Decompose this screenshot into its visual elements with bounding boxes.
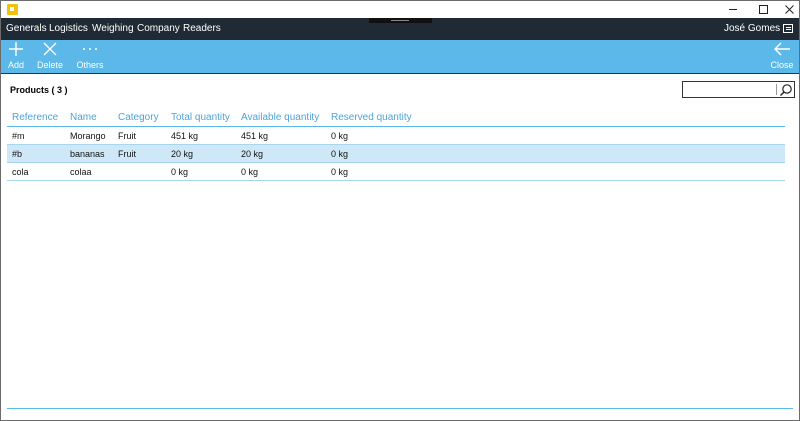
- search-divider: [776, 84, 777, 95]
- search-input[interactable]: [684, 83, 776, 96]
- table-row-selected[interactable]: #b bananas Fruit 20 kg 20 kg 0 kg: [7, 145, 785, 163]
- chat-icon[interactable]: [783, 24, 793, 33]
- table-header: Reference Name Category Total quantity A…: [7, 109, 785, 127]
- others-label: Others: [76, 60, 104, 70]
- back-arrow-icon: [765, 41, 799, 60]
- menu-generals[interactable]: Generals: [6, 23, 47, 34]
- cell-reserved-quantity: 0 kg: [331, 131, 349, 141]
- window-border-left: [0, 18, 1, 421]
- plus-icon: [2, 41, 30, 60]
- column-reserved-quantity[interactable]: Reserved quantity: [331, 112, 412, 123]
- cell-reference: cola: [12, 167, 29, 177]
- column-reference[interactable]: Reference: [12, 112, 58, 123]
- cell-name: bananas: [70, 149, 105, 159]
- app-logo-icon: [7, 4, 18, 15]
- window-titlebar: [0, 0, 800, 18]
- column-total-quantity[interactable]: Total quantity: [171, 112, 230, 123]
- close-page-button[interactable]: Close: [765, 40, 799, 74]
- cell-category: Fruit: [118, 131, 136, 141]
- search-icon[interactable]: [779, 83, 793, 97]
- cell-available-quantity: 451 kg: [241, 131, 269, 141]
- search-box: [682, 81, 795, 98]
- cell-category: Fruit: [118, 149, 136, 159]
- menu-company[interactable]: Company: [137, 23, 180, 34]
- close-label: Close: [770, 60, 794, 70]
- menu-readers[interactable]: Readers: [183, 23, 221, 34]
- ellipsis-icon: [73, 42, 107, 61]
- delete-label: Delete: [36, 60, 63, 70]
- cell-available-quantity: 0 kg: [241, 167, 259, 177]
- cell-reference: #b: [12, 149, 23, 159]
- cell-available-quantity: 20 kg: [241, 149, 264, 159]
- user-name[interactable]: José Gomes: [724, 23, 780, 34]
- column-category[interactable]: Category: [118, 112, 159, 123]
- column-available-quantity[interactable]: Available quantity: [241, 112, 319, 123]
- cell-name: colaa: [70, 167, 92, 177]
- menu-logistics[interactable]: Logistics: [49, 23, 88, 34]
- footer-divider: [7, 408, 793, 409]
- command-bar: Add Delete Others Close: [0, 40, 800, 74]
- column-name[interactable]: Name: [70, 112, 97, 123]
- cell-total-quantity: 20 kg: [171, 149, 194, 159]
- cell-total-quantity: 0 kg: [171, 167, 189, 177]
- delete-button[interactable]: Delete: [34, 40, 66, 74]
- cell-reserved-quantity: 0 kg: [331, 167, 349, 177]
- drag-handle[interactable]: [369, 18, 432, 23]
- x-icon: [34, 41, 66, 60]
- cell-reference: #m: [12, 131, 25, 141]
- close-icon[interactable]: [775, 1, 800, 18]
- products-table: Reference Name Category Total quantity A…: [7, 109, 785, 181]
- page-title: Products ( 3 ): [10, 85, 68, 95]
- table-row[interactable]: cola colaa 0 kg 0 kg 0 kg: [7, 163, 785, 181]
- cell-total-quantity: 451 kg: [171, 131, 199, 141]
- add-label: Add: [7, 60, 24, 70]
- cell-name: Morango: [70, 131, 106, 141]
- add-button[interactable]: Add: [2, 40, 30, 74]
- menu-weighing[interactable]: Weighing: [92, 23, 134, 34]
- minimize-icon[interactable]: [719, 1, 747, 18]
- table-row[interactable]: #m Morango Fruit 451 kg 451 kg 0 kg: [7, 127, 785, 145]
- others-button[interactable]: Others: [73, 40, 107, 74]
- cell-reserved-quantity: 0 kg: [331, 149, 349, 159]
- maximize-icon[interactable]: [749, 1, 777, 18]
